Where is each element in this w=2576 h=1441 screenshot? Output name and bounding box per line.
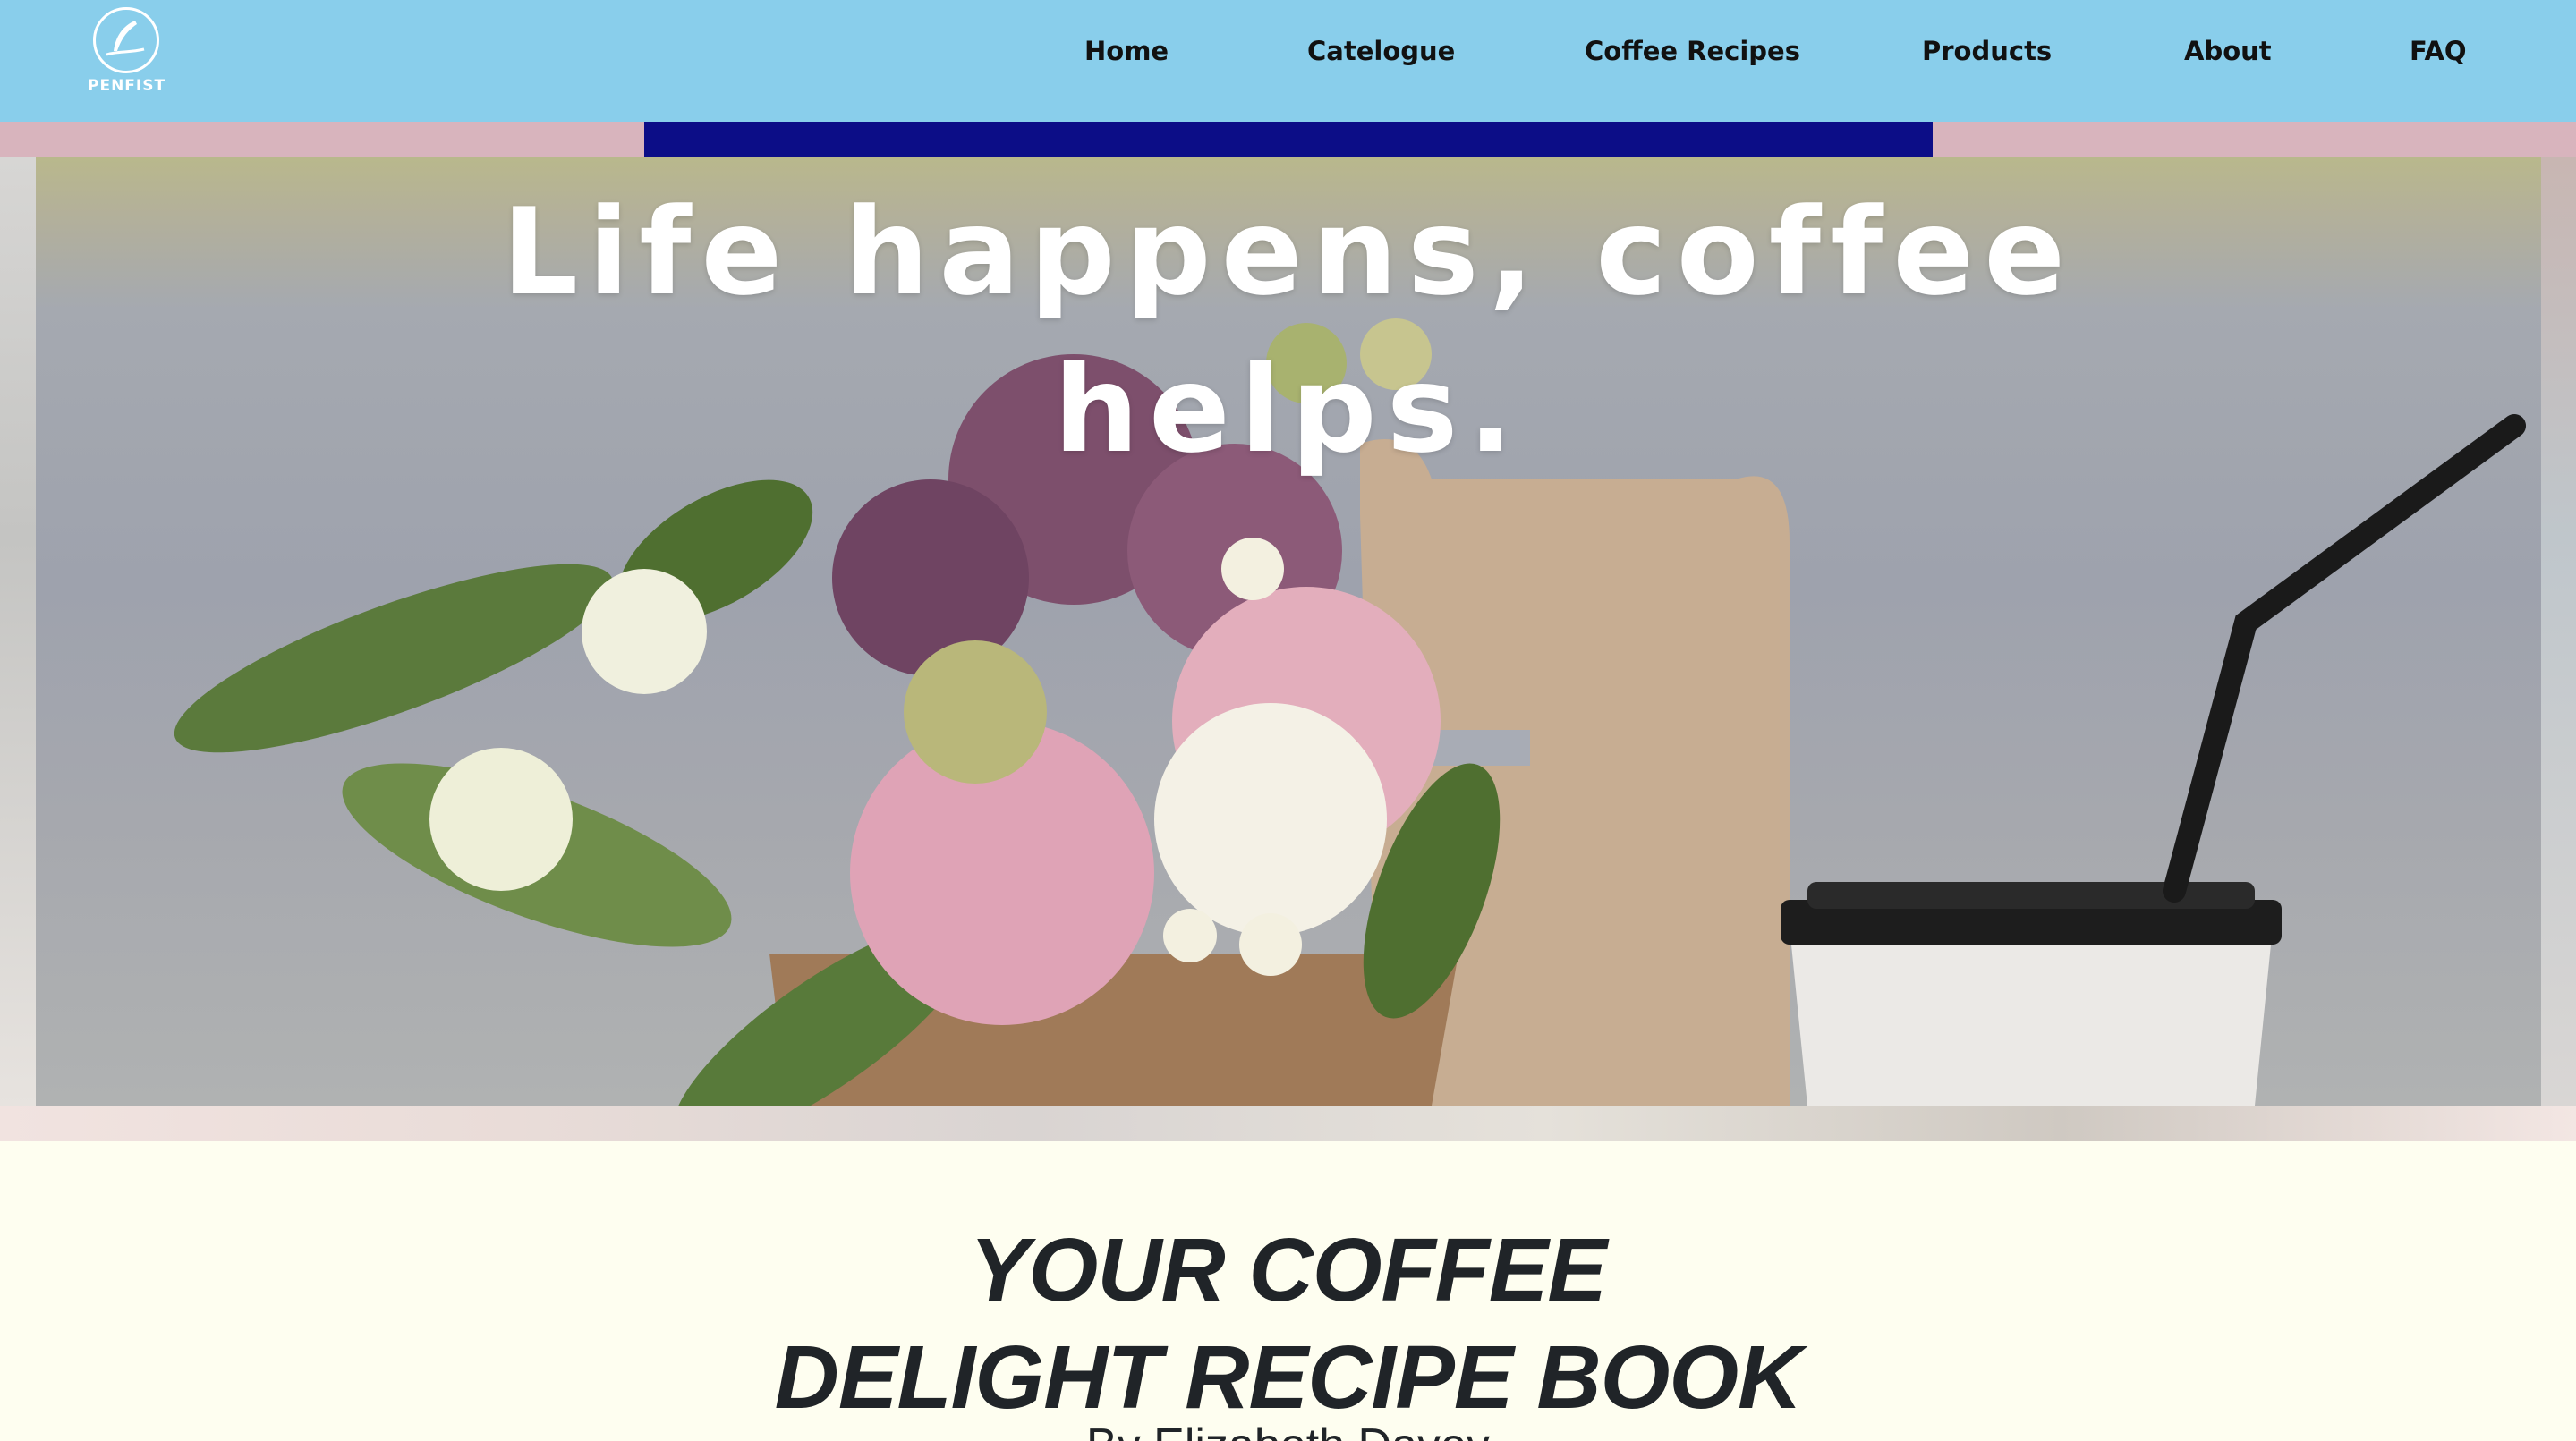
nav-about[interactable]: About — [2184, 36, 2272, 66]
book-title: YOUR COFFEE DELIGHT RECIPE BOOK — [0, 1216, 2576, 1431]
hero-edge-right — [2541, 157, 2576, 1106]
hero-edge-left — [0, 157, 36, 1106]
book-author: By Elizabeth Davey — [0, 1419, 2576, 1441]
nav-catalogue[interactable]: Catelogue — [1307, 36, 1455, 66]
hero-banner: Life happens, coffee helps. — [36, 157, 2541, 1106]
top-navbar: PENFIST Home Catelogue Coffee Recipes Pr… — [0, 0, 2576, 122]
accent-bar — [644, 122, 1933, 157]
nav-products[interactable]: Products — [1922, 36, 2052, 66]
nav-home[interactable]: Home — [1084, 36, 1169, 66]
hero-bottom-strip — [0, 1106, 2576, 1141]
hero-headline: Life happens, coffee helps. — [501, 182, 2076, 479]
nav-coffee-recipes[interactable]: Coffee Recipes — [1585, 36, 1800, 66]
book-title-text: YOUR COFFEE DELIGHT RECIPE BOOK — [774, 1220, 1803, 1428]
nav-faq[interactable]: FAQ — [2410, 36, 2467, 66]
main-nav: Home Catelogue Coffee Recipes Products A… — [0, 0, 2576, 104]
